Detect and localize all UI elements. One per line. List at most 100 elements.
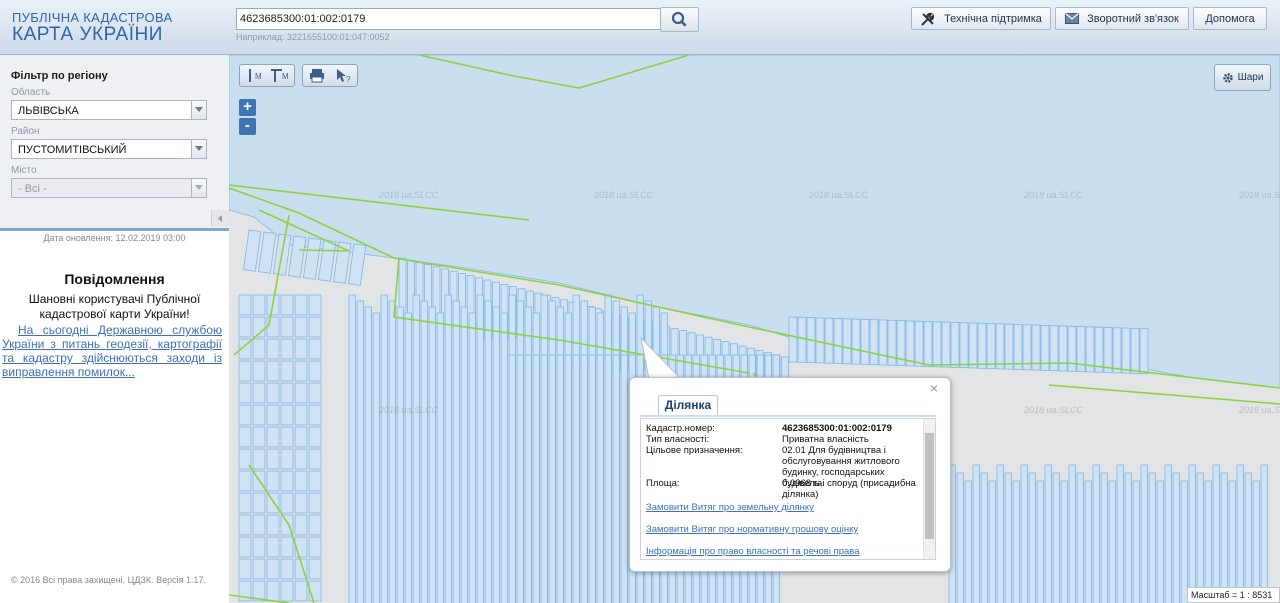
parcel [280, 492, 294, 514]
parcel [842, 318, 852, 365]
parcel [252, 360, 266, 382]
parcel [1004, 323, 1014, 370]
parcel [1076, 472, 1084, 603]
map-canvas[interactable]: 2018 ua.SLCC 2018 ua.SLCC 2018 ua.SLCC 2018… [229, 55, 1280, 603]
parcel [1013, 324, 1023, 370]
parcel [1060, 480, 1068, 603]
gear-icon [1222, 72, 1233, 83]
order-extract-link[interactable]: Замовити Витяг про земельну ділянку [646, 502, 814, 513]
parcel [294, 580, 308, 602]
tools-icon [921, 12, 935, 26]
parcel [914, 320, 924, 367]
parcel [252, 536, 266, 558]
watermark: 2018 ua.SLCC [1239, 405, 1280, 415]
popup-content[interactable]: Кадастр.номер: 4623685300:01:002:0179 Ти… [640, 418, 936, 560]
city-select[interactable]: - Всі - [11, 178, 207, 198]
parcel [869, 319, 879, 366]
parcel [1124, 472, 1132, 603]
ownership-info-link[interactable]: Інформація про право власності та речові… [646, 546, 860, 557]
parcel [266, 404, 280, 426]
rayon-select[interactable]: ПУСТОМИТІВСЬКИЙ [11, 139, 207, 159]
parcel [1148, 472, 1156, 603]
parcel [1068, 464, 1076, 603]
tab-parcel[interactable]: Ділянка [658, 395, 718, 415]
parcel [428, 306, 436, 603]
parcel [1108, 480, 1116, 603]
parcel [308, 360, 322, 382]
help-button[interactable]: Допомога [1193, 7, 1267, 30]
parcel [308, 470, 322, 492]
feedback-label: Зворотний зв'язок [1087, 12, 1179, 25]
chevron-left-icon [218, 215, 222, 222]
order-valuation-link[interactable]: Замовити Витяг про нормативну грошову оц… [646, 524, 858, 535]
collapse-sidebar-button[interactable] [211, 210, 229, 227]
logo-line2[interactable]: КАРТА УКРАЇНИ [12, 24, 163, 46]
parcel [356, 300, 364, 603]
zoom-in-button[interactable]: + [239, 99, 256, 116]
parcel [308, 558, 322, 580]
parcel [1220, 472, 1228, 603]
parcel [280, 294, 294, 316]
parcel [860, 318, 870, 365]
scale-label: Масштаб = 1 : 8531 [1187, 587, 1280, 603]
chevron-down-icon[interactable] [191, 101, 206, 119]
news-link[interactable]: На сьогодні Державною службою України з … [2, 323, 222, 379]
ruler-icon[interactable]: М [241, 67, 267, 84]
parcel [988, 480, 996, 603]
parcel [280, 316, 294, 338]
identify-cursor-icon[interactable]: ? [331, 67, 357, 84]
parcel [238, 536, 252, 558]
layers-button[interactable]: Шари [1214, 64, 1271, 91]
news-greeting: Шановні користувачі Публічної кадастрово… [28, 292, 201, 321]
chevron-down-icon[interactable] [191, 140, 206, 158]
area-ruler-icon[interactable]: М [268, 67, 294, 84]
parcel [252, 404, 266, 426]
row-value-purpose: 02.01 Для будівництва і обслуговування ж… [782, 445, 916, 500]
parcel [1044, 464, 1052, 603]
parcel [294, 382, 308, 404]
news-title: Повідомлення [64, 271, 165, 287]
logo-line1[interactable]: ПУБЛІЧНА КАДАСТРОВА [12, 10, 172, 25]
parcel [540, 354, 548, 603]
parcel [242, 229, 262, 272]
feedback-button[interactable]: Зворотний зв'язок [1055, 7, 1189, 30]
parcel [1116, 464, 1124, 603]
parcel [308, 426, 322, 448]
watermark: 2018 ua.SLCC [379, 190, 439, 200]
parcel [788, 316, 798, 363]
parcel [1067, 325, 1077, 372]
zoom-out-button[interactable]: - [239, 118, 256, 135]
rayon-label: Район [11, 126, 40, 137]
parcel [294, 470, 308, 492]
parcel [1156, 480, 1164, 603]
parcel [444, 294, 452, 603]
parcel [986, 323, 996, 370]
search-button[interactable] [660, 7, 699, 32]
parcel [252, 514, 266, 536]
parcel-popup: × Ділянка Кадастр.номер: 4623685300:01:0… [629, 377, 951, 572]
search-input[interactable] [236, 8, 661, 30]
scrollbar-thumb[interactable] [925, 433, 934, 539]
parcel [308, 492, 322, 514]
print-icon[interactable] [304, 67, 330, 84]
parcel [1036, 480, 1044, 603]
parcel [266, 558, 280, 580]
parcel [266, 338, 280, 360]
oblast-select[interactable]: ЛЬВІВСЬКА [11, 100, 207, 120]
parcel [1244, 472, 1252, 603]
parcel [564, 354, 572, 603]
tab-underline [640, 415, 936, 417]
parcel [1260, 464, 1268, 603]
parcel [280, 470, 294, 492]
parcel [815, 317, 825, 364]
sidebar: Фільтр по регіону Область ЛЬВІВСЬКА Райо… [0, 55, 230, 603]
parcel [1212, 464, 1220, 603]
measure-area-label: М [282, 72, 289, 81]
support-button[interactable]: Технічна підтримка [911, 7, 1051, 30]
popup-scrollbar[interactable] [923, 419, 935, 559]
search-icon [671, 11, 687, 27]
parcel [266, 514, 280, 536]
parcel [972, 464, 980, 603]
close-icon[interactable]: × [930, 380, 938, 396]
parcel [308, 448, 322, 470]
